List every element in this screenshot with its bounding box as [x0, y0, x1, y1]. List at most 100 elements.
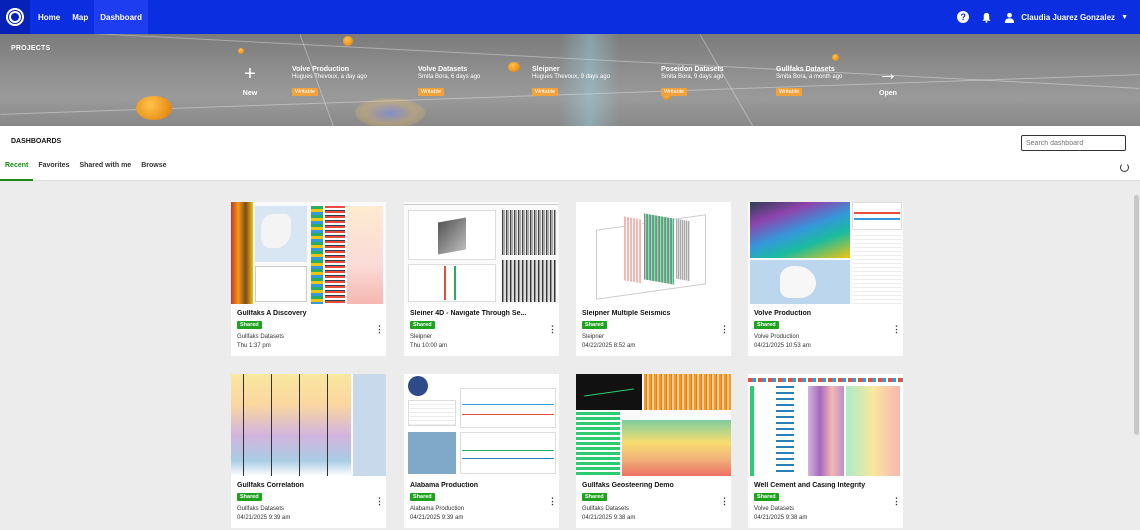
nav-dashboard[interactable]: Dashboard — [94, 0, 149, 34]
writable-badge: Writable — [532, 88, 559, 96]
dashboard-project: Gullfaks Datasets — [237, 506, 285, 512]
main-nav: Home Map Dashboard — [32, 0, 149, 34]
nav-map[interactable]: Map — [66, 0, 94, 34]
more-options-icon[interactable]: ⋮ — [548, 497, 557, 506]
writable-badge: Writable — [418, 88, 445, 96]
tab-browse[interactable]: Browse — [136, 162, 171, 181]
new-project-button[interactable]: + New — [230, 64, 270, 97]
dashboard-card[interactable]: Alabama Production Shared Alabama Produc… — [404, 374, 559, 528]
project-card[interactable]: Volve Datasets Smita Bora, 6 days ago Wr… — [418, 66, 480, 98]
project-name: Gullfaks Datasets — [776, 66, 835, 73]
more-options-icon[interactable]: ⋮ — [892, 497, 901, 506]
more-options-icon[interactable]: ⋮ — [892, 325, 901, 334]
dashboard-thumbnail — [748, 374, 903, 476]
dashboard-title: Gullfaks Correlation — [237, 482, 304, 489]
writable-badge: Writable — [776, 88, 803, 96]
more-options-icon[interactable]: ⋮ — [548, 325, 557, 334]
shared-badge: Shared — [582, 493, 607, 501]
dashboard-title: Well Cement and Casing Integrity — [754, 482, 866, 489]
dashboard-project: Gullfaks Datasets — [237, 334, 285, 340]
dashboard-title: Gullfaks Geosteering Demo — [582, 482, 674, 489]
project-meta: Hugues Thevoux, 9 days ago — [532, 74, 610, 80]
project-card[interactable]: Poseidon Datasets Smita Bora, 9 days ago… — [661, 66, 724, 98]
dashboard-title: Alabama Production — [410, 482, 479, 489]
project-meta: Smita Bora, a month ago — [776, 74, 843, 80]
help-icon[interactable]: ? — [957, 11, 970, 23]
dashboard-title: Sleiner 4D - Navigate Through Se... — [410, 310, 527, 317]
dashboard-card[interactable]: Sleiner 4D - Navigate Through Se... Shar… — [404, 202, 559, 356]
project-name: Sleipner — [532, 66, 560, 73]
dashboard-card[interactable]: Volve Production Shared Volve Production… — [748, 202, 903, 356]
dashboard-card[interactable]: Gullfaks Correlation Shared Gullfaks Dat… — [231, 374, 386, 528]
app-logo-icon — [6, 8, 24, 26]
open-project-button[interactable]: → Open — [868, 64, 908, 97]
project-card[interactable]: Volve Production Hugues Thevoux, a day a… — [292, 66, 367, 98]
tab-recent[interactable]: Recent — [0, 162, 34, 181]
dashboard-title: Volve Production — [754, 310, 812, 317]
project-name: Volve Production — [292, 66, 350, 73]
dashboard-title: Gullfaks A Discovery — [237, 310, 307, 317]
dashboard-date: 04/21/2025 9:38 am — [582, 515, 636, 521]
shared-badge: Shared — [410, 493, 435, 501]
more-options-icon[interactable]: ⋮ — [720, 325, 729, 334]
tab-shared-with-me[interactable]: Shared with me — [74, 162, 136, 181]
dashboard-title: Sleipner Multiple Seismics — [582, 310, 671, 317]
dashboard-project: Sleipner — [582, 334, 605, 340]
dashboard-thumbnail — [748, 202, 903, 304]
dashboard-project: Volve Datasets — [754, 506, 795, 512]
notifications-bell-icon[interactable] — [981, 12, 992, 23]
scrollbar[interactable] — [1134, 195, 1139, 435]
dashboard-thumbnail — [576, 374, 731, 476]
project-card[interactable]: Gullfaks Datasets Smita Bora, a month ag… — [776, 66, 842, 98]
project-meta: Smita Bora, 9 days ago — [661, 74, 724, 80]
shared-badge: Shared — [754, 493, 779, 501]
project-card[interactable]: Sleipner Hugues Thevoux, 9 days ago Writ… — [532, 66, 610, 98]
refresh-icon[interactable] — [1120, 163, 1129, 172]
shared-badge: Shared — [754, 321, 779, 329]
projects-title: PROJECTS — [11, 45, 51, 52]
dashboard-thumbnail — [404, 202, 559, 304]
writable-badge: Writable — [292, 88, 319, 96]
user-avatar-icon — [1005, 12, 1015, 23]
dashboard-thumbnail — [576, 202, 731, 304]
writable-badge: Writable — [661, 88, 688, 96]
project-meta: Smita Bora, 6 days ago — [418, 74, 481, 80]
dashboard-thumbnail — [231, 374, 386, 476]
plus-icon: + — [244, 63, 256, 85]
projects-banner: PROJECTS + New Volve Production Hugues T… — [0, 34, 1140, 126]
dashboards-title: DASHBOARDS — [11, 138, 62, 145]
shared-badge: Shared — [237, 321, 262, 329]
dashboard-project: Sleipner — [410, 334, 433, 340]
shared-badge: Shared — [582, 321, 607, 329]
nav-home[interactable]: Home — [32, 0, 66, 34]
more-options-icon[interactable]: ⋮ — [375, 325, 384, 334]
shared-badge: Shared — [410, 321, 435, 329]
dashboard-date: Thu 10:00 am — [410, 343, 448, 349]
top-navbar: Home Map Dashboard ? Claudia Juarez Gonz… — [0, 0, 1140, 34]
open-project-label: Open — [879, 90, 897, 97]
more-options-icon[interactable]: ⋮ — [720, 497, 729, 506]
dashboard-date: 04/21/2025 9:38 am — [754, 515, 808, 521]
chevron-down-icon: ▼ — [1121, 13, 1128, 21]
dashboard-tabs: Recent Favorites Shared with me Browse — [0, 162, 172, 181]
dashboard-thumbnail — [404, 374, 559, 476]
tab-favorites[interactable]: Favorites — [33, 162, 74, 181]
app-logo-button[interactable] — [0, 0, 30, 34]
dashboard-project: Volve Production — [754, 334, 800, 340]
dashboard-project: Gullfaks Datasets — [582, 506, 630, 512]
new-project-label: New — [242, 90, 258, 97]
dashboard-date: 04/21/2025 9:39 am — [237, 515, 291, 521]
topbar-actions: ? Claudia Juarez Gonzalez ▼ — [957, 0, 1128, 34]
dashboard-date: 04/21/2025 9:39 am — [410, 515, 464, 521]
dashboard-card[interactable]: Well Cement and Casing Integrity Shared … — [748, 374, 903, 528]
more-options-icon[interactable]: ⋮ — [375, 497, 384, 506]
user-menu[interactable]: Claudia Juarez Gonzalez ▼ — [1004, 12, 1128, 23]
dashboards-header: DASHBOARDS Recent Favorites Shared with … — [0, 126, 1140, 181]
dashboard-card[interactable]: Gullfaks A Discovery Shared Gullfaks Dat… — [231, 202, 386, 356]
user-name: Claudia Juarez Gonzalez — [1021, 12, 1116, 22]
search-dashboard-input[interactable] — [1021, 135, 1126, 151]
dashboard-card[interactable]: Sleipner Multiple Seismics Shared Sleipn… — [576, 202, 731, 356]
dashboard-date: Thu 1:37 pm — [237, 343, 271, 349]
dashboard-card[interactable]: Gullfaks Geosteering Demo Shared Gullfak… — [576, 374, 731, 528]
shared-badge: Shared — [237, 493, 262, 501]
